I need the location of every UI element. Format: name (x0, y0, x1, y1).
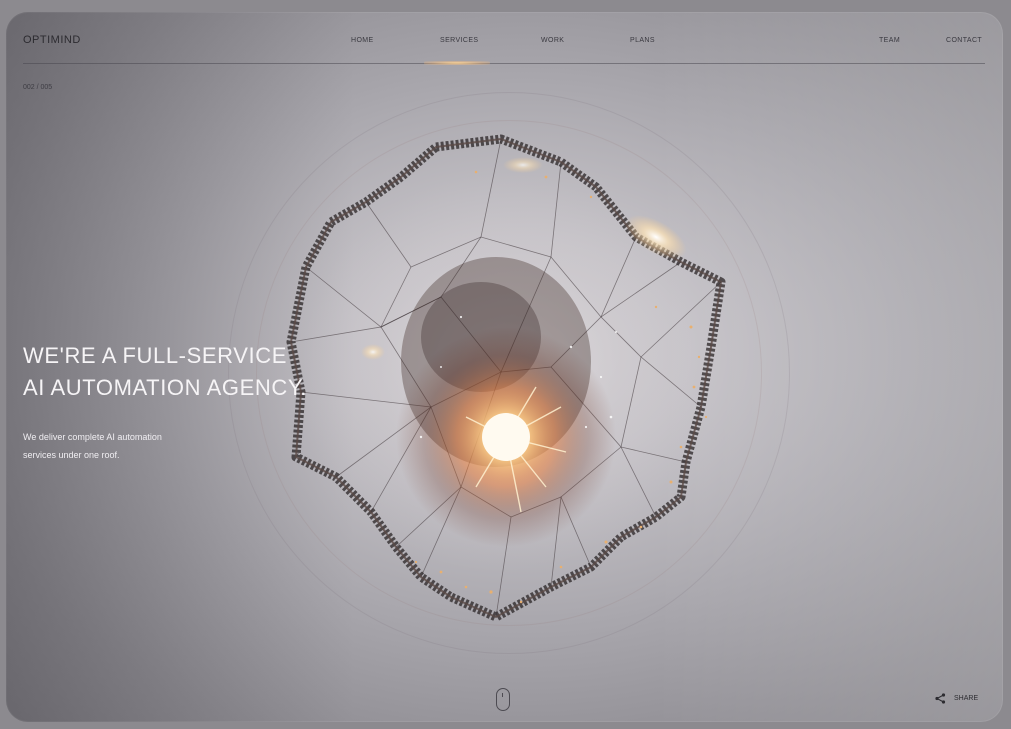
hero-headline: WE'RE A FULL-SERVICE AI AUTOMATION AGENC… (23, 340, 307, 404)
hero-headline-line2: AI AUTOMATION AGENCY. (23, 375, 308, 400)
neural-mesh-orb (286, 134, 726, 622)
nav-contact[interactable]: CONTACT (946, 37, 982, 44)
share-icon (935, 693, 946, 704)
nav-home[interactable]: HOME (351, 37, 374, 44)
header-divider (23, 63, 985, 64)
nav-services[interactable]: SERVICES (440, 37, 478, 44)
nav-plans[interactable]: PLANS (630, 37, 655, 44)
page-frame: OPTIMIND HOME SERVICES WORK PLANS TEAM C… (6, 12, 1003, 722)
nav-work[interactable]: WORK (541, 37, 564, 44)
slide-counter: 002 / 005 (23, 84, 53, 91)
brand-logo[interactable]: OPTIMIND (23, 34, 81, 46)
share-button[interactable]: SHARE (935, 693, 978, 704)
mouse-icon[interactable] (496, 688, 510, 711)
nav-team[interactable]: TEAM (879, 37, 900, 44)
share-label: SHARE (954, 695, 979, 702)
nav-active-indicator (424, 61, 490, 65)
hero-subtext: We deliver complete AI automation servic… (23, 428, 233, 464)
hero-subtext-line1: We deliver complete AI automation (23, 432, 162, 442)
hero-headline-line1: WE'RE A FULL-SERVICE (23, 343, 287, 368)
hero-subtext-line2: services under one roof. (23, 450, 120, 460)
